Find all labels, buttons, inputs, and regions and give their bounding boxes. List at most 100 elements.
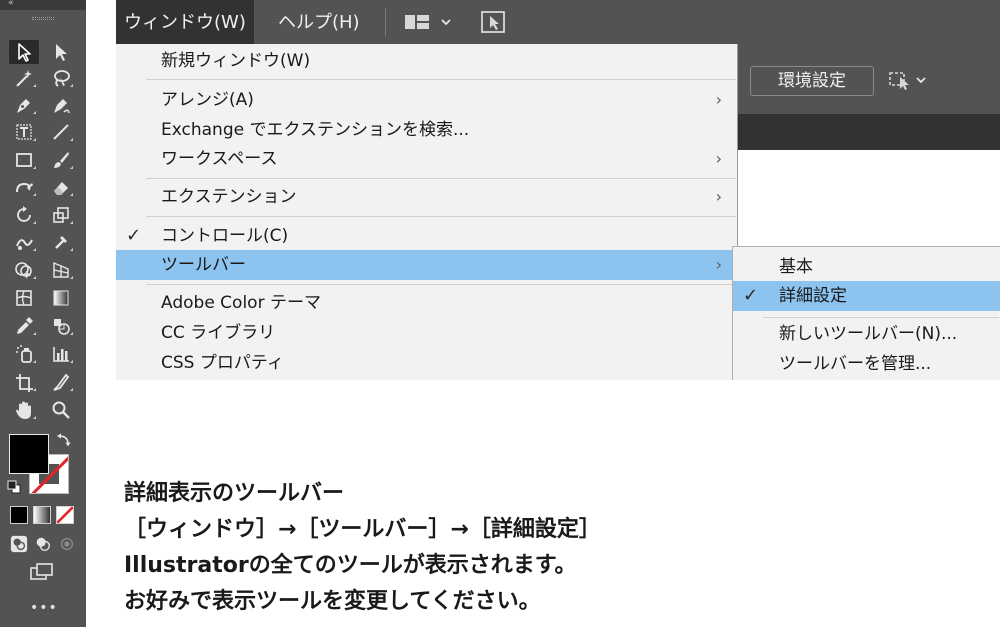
scale-icon[interactable]	[46, 203, 76, 227]
default-fill-stroke-icon[interactable]	[7, 480, 21, 494]
menu-item-label: ワークスペース	[161, 149, 278, 169]
menu-item-label: Exchange でエクステンションを検索...	[161, 120, 470, 140]
chevron-right-icon: ›	[715, 90, 722, 109]
eraser-icon[interactable]	[46, 175, 76, 199]
panel-grip-icon[interactable]	[32, 17, 54, 20]
fill-swatch[interactable]	[9, 434, 49, 474]
menu-separator	[146, 79, 736, 80]
menu-item-label: CSS プロパティ	[161, 353, 284, 373]
screen-mode-icon[interactable]	[30, 562, 54, 582]
menu-item-adobe-color[interactable]: Adobe Color テーマ	[116, 288, 738, 318]
submenu-item-new-toolbar[interactable]: 新しいツールバー(N)...	[733, 319, 1000, 349]
workspace-layout-icon[interactable]	[404, 10, 430, 34]
chevron-right-icon: ›	[715, 255, 722, 274]
menu-item-new-window[interactable]: 新規ウィンドウ(W)	[116, 46, 738, 76]
column-graph-icon[interactable]	[46, 342, 76, 366]
tools-panel: « •••	[0, 0, 86, 627]
caption-description: Illustratorの全てのツールが表示されます。	[124, 553, 577, 578]
color-mode-icon[interactable]	[10, 506, 28, 524]
chevron-right-icon: ›	[715, 187, 722, 206]
caption-instruction: お好みで表示ツールを変更してください。	[124, 589, 541, 614]
submenu-item-basic[interactable]: 基本	[733, 252, 1000, 282]
curvature-icon[interactable]	[46, 93, 76, 117]
tools-panel-header[interactable]: «	[0, 0, 86, 10]
slice-icon[interactable]	[46, 370, 76, 394]
hand-icon[interactable]	[9, 398, 39, 422]
rectangle-icon[interactable]	[9, 148, 39, 172]
line-icon[interactable]	[46, 120, 76, 144]
submenu-item-label: 基本	[779, 257, 813, 277]
draw-inside-icon[interactable]	[56, 533, 78, 555]
draw-behind-icon[interactable]	[32, 533, 54, 555]
caption-title: 詳細表示のツールバー	[124, 481, 345, 506]
menu-item-label: コントロール(C)	[161, 226, 289, 246]
checkmark-icon: ✓	[743, 285, 759, 306]
menu-item-label: ツールバー	[161, 255, 246, 275]
panel-arrange-icon[interactable]	[888, 68, 948, 94]
paintbrush-icon[interactable]	[46, 148, 76, 172]
toolbar-submenu: 基本 ✓ 詳細設定 新しいツールバー(N)... ツールバーを管理...	[732, 246, 1000, 380]
menu-bar: ウィンドウ(W) ヘルプ(H)	[116, 0, 1000, 44]
draw-normal-icon[interactable]	[8, 533, 30, 555]
arrange-documents-icon[interactable]	[480, 10, 506, 34]
preferences-button[interactable]: 環境設定	[750, 66, 874, 96]
menu-separator	[763, 317, 999, 318]
menu-item-cc-libraries[interactable]: CC ライブラリ	[116, 318, 738, 348]
collapse-panel-icon[interactable]: «	[8, 0, 14, 8]
menu-item-extensions[interactable]: エクステンション ›	[116, 182, 738, 212]
menu-separator	[146, 284, 736, 285]
type-icon[interactable]	[9, 120, 39, 144]
swap-fill-stroke-icon[interactable]	[56, 432, 72, 448]
blend-icon[interactable]	[46, 314, 76, 338]
selection-icon[interactable]	[9, 40, 39, 64]
chevron-down-icon[interactable]	[440, 10, 452, 34]
window-menu: 新規ウィンドウ(W) アレンジ(A) › Exchange でエクステンションを検…	[116, 44, 738, 380]
direct-selection-icon[interactable]	[46, 40, 76, 64]
caption-path: ［ウィンドウ］→［ツールバー］→［詳細設定］	[124, 517, 601, 542]
document-tab-strip	[736, 114, 1000, 150]
submenu-item-label: 詳細設定	[779, 286, 847, 306]
none-mode-icon[interactable]	[56, 506, 74, 524]
puppet-warp-icon[interactable]	[9, 230, 39, 254]
gradient-icon[interactable]	[46, 286, 76, 310]
edit-toolbar-icon[interactable]: •••	[30, 598, 57, 618]
symbol-sprayer-icon[interactable]	[46, 230, 76, 254]
menu-item-toolbar[interactable]: ツールバー ›	[116, 250, 738, 280]
menubar-window[interactable]: ウィンドウ(W)	[116, 0, 254, 44]
submenu-item-manage-toolbars[interactable]: ツールバーを管理...	[733, 349, 1000, 379]
submenu-item-advanced[interactable]: ✓ 詳細設定	[733, 281, 1000, 311]
menu-item-exchange[interactable]: Exchange でエクステンションを検索...	[116, 115, 738, 145]
menu-item-css-properties[interactable]: CSS プロパティ	[116, 348, 738, 378]
shaper-icon[interactable]	[9, 175, 39, 199]
gradient-mode-icon[interactable]	[33, 506, 51, 524]
menu-item-workspace[interactable]: ワークスペース ›	[116, 144, 738, 174]
menu-item-label: 新規ウィンドウ(W)	[161, 51, 311, 71]
menu-item-arrange[interactable]: アレンジ(A) ›	[116, 85, 738, 115]
symbol-sprayer-2-icon[interactable]	[9, 342, 39, 366]
submenu-item-label: 新しいツールバー(N)...	[779, 324, 958, 344]
chevron-right-icon: ›	[715, 149, 722, 168]
menu-item-label: エクステンション	[161, 187, 297, 207]
rotate-icon[interactable]	[9, 203, 39, 227]
eyedropper-icon[interactable]	[9, 314, 39, 338]
magic-wand-icon[interactable]	[9, 66, 39, 90]
submenu-item-label: ツールバーを管理...	[779, 354, 932, 374]
caption: 詳細表示のツールバー ［ウィンドウ］→［ツールバー］→［詳細設定］ Illust…	[124, 476, 984, 620]
menu-item-label: アレンジ(A)	[161, 90, 254, 110]
pen-icon[interactable]	[9, 93, 39, 117]
lasso-icon[interactable]	[46, 66, 76, 90]
menu-separator	[146, 178, 736, 179]
mesh-icon[interactable]	[9, 286, 39, 310]
checkmark-icon: ✓	[126, 225, 142, 246]
screenshot-root: « ••• ウィンドウ(W) ヘルプ(H) 環境設定 新規ウィンドウ(W) アレ…	[0, 0, 1000, 627]
menu-item-label: CC ライブラリ	[161, 323, 276, 343]
perspective-grid-icon[interactable]	[46, 258, 76, 282]
shape-builder-icon[interactable]	[9, 258, 39, 282]
illustrator-window: ウィンドウ(W) ヘルプ(H) 環境設定 新規ウィンドウ(W) アレンジ(A)	[116, 0, 1000, 380]
menu-separator	[146, 216, 736, 217]
menubar-divider	[385, 8, 386, 36]
artboard-icon[interactable]	[9, 370, 39, 394]
menu-item-control[interactable]: ✓ コントロール(C)	[116, 221, 738, 251]
zoom-icon[interactable]	[46, 398, 76, 422]
menubar-help[interactable]: ヘルプ(H)	[270, 0, 368, 44]
